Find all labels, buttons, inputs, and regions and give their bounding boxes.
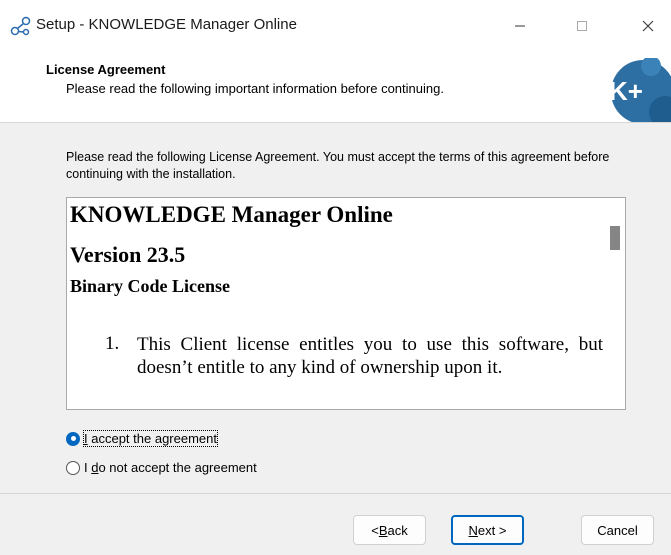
minimize-button[interactable] bbox=[500, 12, 540, 40]
license-type: Binary Code License bbox=[70, 276, 230, 296]
setup-app-icon bbox=[10, 16, 31, 36]
license-product-name: KNOWLEDGE Manager Online bbox=[70, 202, 393, 227]
knowledge-manager-logo: K+ bbox=[609, 58, 671, 122]
accept-option[interactable]: I accept the agreement bbox=[66, 430, 218, 447]
back-button[interactable]: < Back bbox=[353, 515, 426, 545]
minimize-icon bbox=[515, 25, 525, 27]
license-intro-text: Please read the following License Agreem… bbox=[66, 150, 610, 181]
scrollbar-thumb[interactable] bbox=[610, 226, 620, 250]
decline-label[interactable]: I do not accept the agreement bbox=[84, 460, 257, 475]
cancel-button[interactable]: Cancel bbox=[581, 515, 654, 545]
maximize-icon bbox=[577, 21, 587, 31]
title-bar[interactable]: Setup - KNOWLEDGE Manager Online bbox=[0, 0, 671, 50]
decline-option[interactable]: I do not accept the agreement bbox=[66, 460, 257, 475]
clause-number: 1. bbox=[105, 333, 120, 354]
license-scrollbar[interactable] bbox=[607, 198, 625, 409]
logo-text: K+ bbox=[609, 76, 643, 106]
setup-window: Setup - KNOWLEDGE Manager Online License… bbox=[0, 0, 671, 555]
clause-text: This Client license entitles you to use … bbox=[137, 334, 603, 378]
next-button[interactable]: Next > bbox=[451, 515, 524, 545]
close-button[interactable] bbox=[628, 12, 668, 40]
maximize-button[interactable] bbox=[562, 12, 602, 40]
decline-radio[interactable] bbox=[66, 460, 80, 475]
window-title: Setup - KNOWLEDGE Manager Online bbox=[36, 16, 297, 33]
footer-separator bbox=[0, 493, 671, 494]
accept-radio[interactable] bbox=[66, 431, 80, 446]
license-text-box[interactable]: KNOWLEDGE Manager Online Version 23.5 Bi… bbox=[66, 197, 626, 410]
license-version: Version 23.5 bbox=[70, 242, 186, 267]
accept-label[interactable]: I accept the agreement bbox=[83, 430, 218, 447]
page-subtitle: Please read the following important info… bbox=[66, 81, 444, 96]
page-title: License Agreement bbox=[46, 62, 166, 77]
wizard-header: License Agreement Please read the follow… bbox=[0, 50, 671, 123]
close-icon bbox=[642, 20, 654, 32]
